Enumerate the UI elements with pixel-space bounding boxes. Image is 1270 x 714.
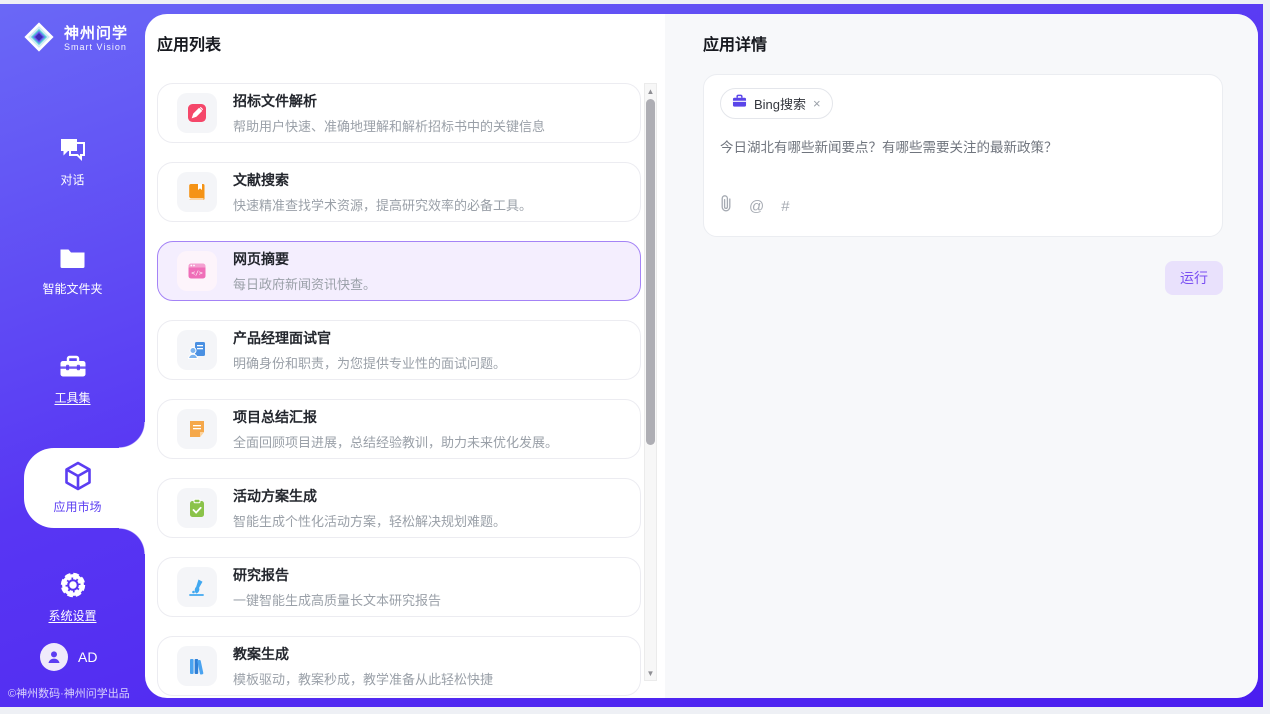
sidebar-item-label: 对话 (60, 171, 84, 188)
cube-icon (64, 462, 92, 490)
app-description: 快速精准查找学术资源，提高研究效率的必备工具。 (233, 195, 532, 214)
app-name: 文献搜索 (233, 170, 532, 190)
main-content: 应用列表 招标文件解析帮助用户快速、准确地理解和解析招标书中的关键信息文献搜索快… (145, 14, 1258, 698)
app-name: 活动方案生成 (233, 486, 506, 506)
book-icon (177, 172, 217, 212)
list-item[interactable]: 招标文件解析帮助用户快速、准确地理解和解析招标书中的关键信息 (157, 83, 641, 143)
attachment-toolbar: @ # (720, 195, 1206, 217)
list-item[interactable]: 研究报告一键智能生成高质量长文本研究报告 (157, 557, 641, 617)
list-item[interactable]: 产品经理面试官明确身份和职责，为您提供专业性的面试问题。 (157, 320, 641, 380)
briefcase-icon (732, 94, 747, 113)
app-description: 明确身份和职责，为您提供专业性的面试问题。 (233, 353, 506, 372)
scrollbar[interactable]: ▲ ▼ (644, 83, 657, 681)
sidebar-item-toolbox[interactable]: 工具集 (0, 339, 145, 419)
app-description: 帮助用户快速、准确地理解和解析招标书中的关键信息 (233, 116, 545, 135)
brand-diamond-icon (22, 20, 56, 59)
sidebar-item-label: 工具集 (54, 389, 90, 406)
run-button[interactable]: 运行 (1165, 261, 1223, 295)
chat-icon (59, 135, 87, 163)
brand-logo: 神州问学 Smart Vision (0, 4, 145, 59)
note-icon (177, 409, 217, 449)
prompt-text[interactable]: 今日湖北有哪些新闻要点？有哪些需要关注的最新政策？ (720, 136, 1206, 156)
copyright-footer: ©神州数码·神州问学出品 (0, 685, 145, 701)
list-item[interactable]: 教案生成模板驱动，教案秒成，教学准备从此轻松快捷 (157, 636, 641, 696)
tool-tag-bing[interactable]: Bing搜索 × (720, 88, 833, 119)
scrollbar-down-icon[interactable]: ▼ (645, 666, 656, 680)
app-name: 招标文件解析 (233, 91, 545, 111)
app-description: 全面回顾项目进展，总结经验教训，助力未来优化发展。 (233, 432, 558, 451)
list-item[interactable]: 文献搜索快速精准查找学术资源，提高研究效率的必备工具。 (157, 162, 641, 222)
app-description: 智能生成个性化活动方案，轻松解决规划难题。 (233, 511, 506, 530)
sidebar-item-label: 应用市场 (53, 498, 101, 515)
app-list: 招标文件解析帮助用户快速、准确地理解和解析招标书中的关键信息文献搜索快速精准查找… (157, 83, 641, 698)
app-name: 研究报告 (233, 565, 441, 585)
list-item[interactable]: 项目总结汇报全面回顾项目进展，总结经验教训，助力未来优化发展。 (157, 399, 641, 459)
app-detail-title: 应用详情 (703, 31, 1223, 55)
brand-subtitle: Smart Vision (64, 43, 128, 53)
tag-close-icon[interactable]: × (813, 97, 821, 110)
toolbox-icon (59, 353, 87, 381)
sidebar-item-label: 智能文件夹 (42, 280, 102, 297)
brand-name: 神州问学 (64, 26, 128, 43)
interviewer-icon (177, 330, 217, 370)
pen-square-icon (177, 93, 217, 133)
clipboard-icon (177, 488, 217, 528)
user-icon (46, 649, 62, 665)
list-item[interactable]: </> 网页摘要每日政府新闻资讯快查。 (157, 241, 641, 301)
sidebar-item-label: 系统设置 (48, 607, 96, 624)
sidebar-item-folder[interactable]: 智能文件夹 (0, 230, 145, 310)
sidebar-item-gear[interactable]: 系统设置 (0, 557, 145, 637)
app-name: 项目总结汇报 (233, 407, 558, 427)
report-icon (177, 567, 217, 607)
svg-text:</>: </> (191, 269, 203, 277)
paperclip-icon[interactable] (720, 195, 732, 217)
prompt-card: Bing搜索 × 今日湖北有哪些新闻要点？有哪些需要关注的最新政策？ @ # (703, 74, 1223, 237)
user-avatar[interactable] (40, 643, 68, 671)
user-initials: AD (78, 649, 97, 665)
app-description: 每日政府新闻资讯快查。 (233, 274, 376, 293)
app-list-panel: 应用列表 招标文件解析帮助用户快速、准确地理解和解析招标书中的关键信息文献搜索快… (145, 14, 665, 698)
sidebar-item-cube[interactable]: 应用市场 (24, 448, 145, 528)
app-description: 一键智能生成高质量长文本研究报告 (233, 590, 441, 609)
tool-tag-label: Bing搜索 (754, 94, 806, 113)
app-description: 模板驱动，教案秒成，教学准备从此轻松快捷 (233, 669, 493, 688)
list-item[interactable]: 活动方案生成智能生成个性化活动方案，轻松解决规划难题。 (157, 478, 641, 538)
app-window: 神州问学 Smart Vision 对话智能文件夹工具集应用市场系统设置 AD … (0, 4, 1263, 707)
browser-code-icon: </> (177, 251, 217, 291)
app-name: 教案生成 (233, 644, 493, 664)
books-icon (177, 646, 217, 686)
app-list-title: 应用列表 (157, 31, 665, 55)
folder-icon (59, 244, 87, 272)
scrollbar-thumb[interactable] (646, 99, 655, 445)
user-area[interactable]: AD (0, 643, 145, 671)
scrollbar-up-icon[interactable]: ▲ (645, 84, 656, 98)
app-name: 网页摘要 (233, 249, 376, 269)
sidebar-nav: 对话智能文件夹工具集应用市场系统设置 (0, 121, 145, 666)
sidebar: 神州问学 Smart Vision 对话智能文件夹工具集应用市场系统设置 AD … (0, 4, 145, 707)
app-name: 产品经理面试官 (233, 328, 506, 348)
hash-icon[interactable]: # (781, 198, 789, 215)
app-detail-panel: 应用详情 Bing搜索 × 今日湖北有哪些新闻要点？有哪些需要关注的最新政策？ (665, 14, 1258, 698)
gear-icon (59, 571, 87, 599)
at-sign-icon[interactable]: @ (749, 198, 764, 215)
sidebar-item-chat[interactable]: 对话 (0, 121, 145, 201)
